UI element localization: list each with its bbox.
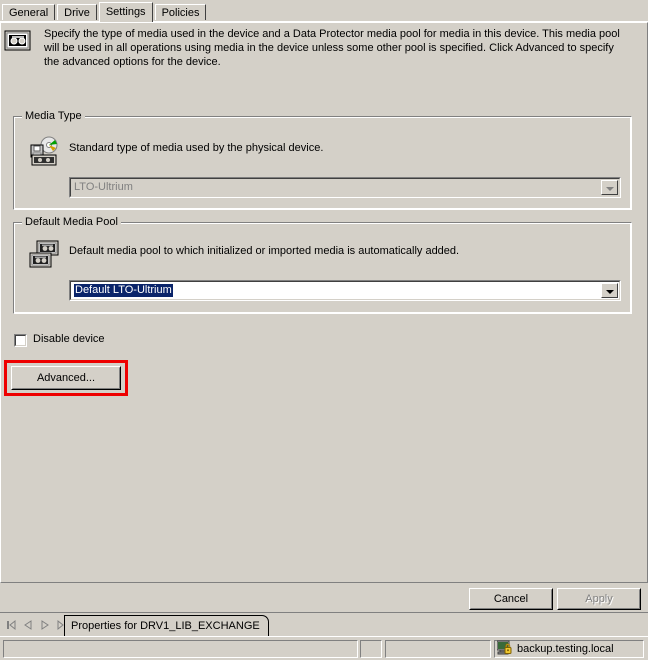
media-pool-description: Default media pool to which initialized … (69, 245, 460, 257)
default-media-pool-combo-value: Default LTO-Ultrium (74, 284, 173, 297)
media-type-group-title: Media Type (22, 110, 85, 122)
page-description: Specify the type of media used in the de… (44, 28, 620, 68)
tab-policies[interactable]: Policies (154, 4, 207, 20)
status-panel-small (360, 640, 382, 658)
secure-computer-icon (496, 640, 513, 658)
mdi-tab-properties[interactable]: Properties for DRV1_LIB_EXCHANGE (64, 615, 269, 636)
disable-device-label: Disable device (33, 333, 105, 345)
status-bar: backup.testing.local (0, 636, 648, 660)
apply-button-label: Apply (558, 589, 640, 609)
cancel-button-label: Cancel (470, 589, 552, 609)
next-record-icon[interactable] (37, 617, 53, 633)
chevron-down-icon[interactable] (601, 283, 618, 298)
status-host-label: backup.testing.local (517, 643, 614, 655)
media-type-combo-value: LTO-Ultrium (74, 181, 133, 193)
media-pool-icon (28, 239, 60, 271)
dialog-action-bar: Cancel Apply (0, 583, 648, 613)
advanced-button-label: Advanced... (12, 367, 120, 389)
mdi-tab-label: Properties for DRV1_LIB_EXCHANGE (71, 620, 260, 632)
chevron-down-icon[interactable] (601, 180, 618, 195)
default-media-pool-combo[interactable]: Default LTO-Ultrium (69, 280, 621, 301)
status-panel-host: backup.testing.local (494, 640, 644, 658)
media-pool-group-title: Default Media Pool (22, 216, 121, 228)
property-tab-strip: General Drive Settings Policies (0, 0, 648, 22)
media-type-description: Standard type of media used by the physi… (69, 142, 324, 154)
media-type-groupbox: Media Type Standard type of media used b… (13, 110, 632, 210)
tab-settings[interactable]: Settings (98, 2, 153, 22)
tape-cartridge-icon (4, 29, 32, 53)
media-type-combo[interactable]: LTO-Ultrium (69, 177, 621, 198)
media-type-icon (28, 135, 60, 167)
cancel-button[interactable]: Cancel (469, 588, 553, 610)
default-media-pool-groupbox: Default Media Pool Default media pool to… (13, 216, 632, 314)
apply-button[interactable]: Apply (557, 588, 641, 610)
disable-device-checkbox[interactable] (14, 334, 27, 347)
tab-drive[interactable]: Drive (57, 4, 97, 20)
tab-general[interactable]: General (2, 4, 56, 20)
advanced-button[interactable]: Advanced... (11, 366, 121, 390)
previous-record-icon[interactable] (20, 617, 36, 633)
status-panel-message (3, 640, 358, 658)
mdi-tab-bar: Properties for DRV1_LIB_EXCHANGE (0, 612, 648, 636)
settings-page: Specify the type of media used in the de… (0, 22, 648, 583)
first-record-icon[interactable] (3, 617, 19, 633)
status-panel-mid (385, 640, 491, 658)
